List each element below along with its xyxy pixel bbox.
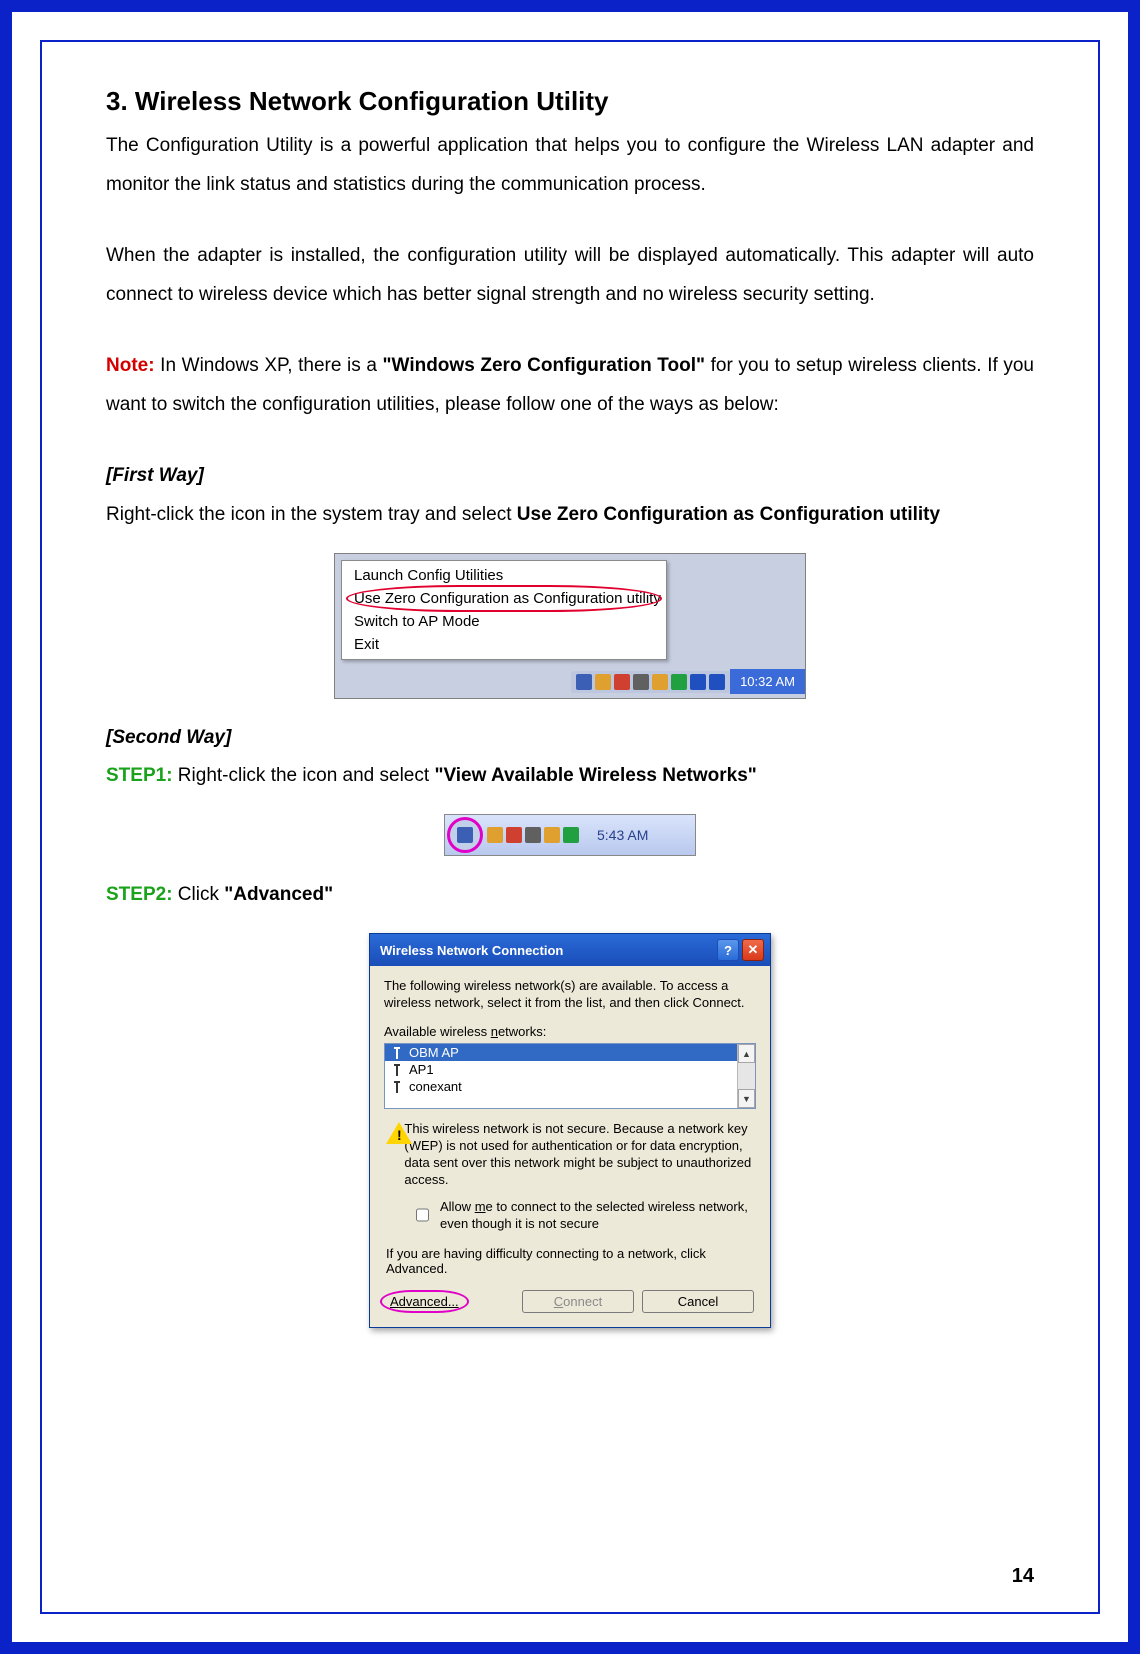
security-warning-row: ! This wireless network is not secure. B… [386,1121,754,1189]
network-name: OBM AP [409,1045,459,1060]
tray-icon[interactable] [690,674,706,690]
tray-icon[interactable] [614,674,630,690]
scrollbar[interactable]: ▲ ▼ [737,1044,755,1108]
network-listbox[interactable]: OBM AP AP1 conexant [384,1043,756,1109]
adv-post: dvanced... [399,1294,459,1309]
avail-post: etworks: [498,1024,546,1039]
tray-icon[interactable] [595,674,611,690]
tray-icon[interactable] [544,827,560,843]
tray-icons-2 [487,827,579,843]
avail-ul: n [491,1024,498,1039]
tray-icon[interactable] [563,827,579,843]
warning-icon: ! [386,1121,394,1145]
step2-pre: Click [173,884,225,905]
first-way-instruction-bold: Use Zero Configuration as Configuration … [517,504,940,525]
tray-icon[interactable] [576,674,592,690]
ctx-item-zero-config[interactable]: Use Zero Configuration as Configuration … [342,587,666,610]
allow-pre: Allow [440,1199,475,1214]
tray-icon[interactable] [652,674,668,690]
tray-icon[interactable] [633,674,649,690]
allow-connect-label: Allow me to connect to the selected wire… [440,1199,754,1233]
note-paragraph: Note: In Windows XP, there is a "Windows… [106,347,1034,425]
context-menu: Launch Config Utilities Use Zero Configu… [341,560,667,660]
step1-label: STEP1: [106,765,173,786]
tray-strip: 5:43 AM [444,814,696,856]
security-warning-text: This wireless network is not secure. Bec… [404,1121,754,1189]
first-way-instruction-pre: Right-click the icon in the system tray … [106,504,517,525]
allow-post: e to connect to the selected wireless ne… [440,1199,748,1231]
first-way-block: [First Way] Right-click the icon in the … [106,457,1034,535]
note-pre: In Windows XP, there is a [155,355,383,376]
tray-icons [571,671,730,693]
step2-bold: "Advanced" [224,884,333,905]
tray-icon[interactable] [525,827,541,843]
context-menu-and-tray: Launch Config Utilities Use Zero Configu… [334,553,806,699]
antenna-icon [391,1081,403,1093]
ctx-item-exit[interactable]: Exit [342,633,666,656]
figure-tray-strip: 5:43 AM [106,814,1034,856]
network-icon [457,827,473,843]
page-number: 14 [1012,1565,1034,1588]
step1-bold: "View Available Wireless Networks" [434,765,756,786]
step1-pre: Right-click the icon and select [173,765,435,786]
tray-clock: 10:32 AM [730,669,805,694]
ctx-item-launch[interactable]: Launch Config Utilities [342,564,666,587]
dialog-body: The following wireless network(s) are av… [370,966,770,1327]
step2-line: STEP2: Click "Advanced" [106,876,1034,915]
dialog-title: Wireless Network Connection [380,943,563,958]
avail-pre: Available wireless [384,1024,491,1039]
tray-clock-2: 5:43 AM [587,827,658,843]
wzc-tool-name: "Windows Zero Configuration Tool" [383,355,705,376]
figure-wireless-dialog: Wireless Network Connection ? ✕ The foll… [106,933,1034,1328]
available-networks-label: Available wireless networks: [384,1024,756,1039]
cancel-button[interactable]: Cancel [642,1290,754,1313]
system-tray: 10:32 AM [335,666,805,698]
network-row[interactable]: AP1 [385,1061,755,1078]
network-name: conexant [409,1079,462,1094]
antenna-icon [391,1047,403,1059]
close-button[interactable]: ✕ [742,939,764,961]
help-button[interactable]: ? [717,939,739,961]
intro-paragraph-1: The Configuration Utility is a powerful … [106,127,1034,205]
connect-post: onnect [563,1294,602,1309]
dialog-intro-text: The following wireless network(s) are av… [384,978,756,1012]
scroll-down-button[interactable]: ▼ [738,1089,755,1108]
tray-icon[interactable] [709,674,725,690]
network-row[interactable]: conexant [385,1078,755,1095]
allow-connect-row: Allow me to connect to the selected wire… [412,1199,754,1233]
tray-icon[interactable] [487,827,503,843]
second-way-label: [Second Way] [106,727,231,748]
step2-label: STEP2: [106,884,173,905]
figure-context-menu: Launch Config Utilities Use Zero Configu… [106,553,1034,699]
connect-ul: C [554,1294,563,1309]
circled-tray-icon[interactable] [447,817,483,853]
note-label: Note: [106,355,155,376]
tray-icon[interactable] [506,827,522,843]
wireless-connection-dialog: Wireless Network Connection ? ✕ The foll… [369,933,771,1328]
tray-icon[interactable] [671,674,687,690]
titlebar-buttons: ? ✕ [717,939,764,961]
advanced-button[interactable]: Advanced... [386,1294,463,1309]
allow-ul: m [475,1199,486,1214]
adv-ul: A [390,1294,399,1309]
connect-button[interactable]: Connect [522,1290,634,1313]
first-way-label: [First Way] [106,465,204,486]
section-heading: 3. Wireless Network Configuration Utilit… [106,86,1034,117]
allow-connect-checkbox[interactable] [416,1201,429,1230]
network-name: AP1 [409,1062,434,1077]
page-frame: 3. Wireless Network Configuration Utilit… [0,0,1140,1654]
dialog-titlebar: Wireless Network Connection ? ✕ [370,934,770,966]
page-inner: 3. Wireless Network Configuration Utilit… [40,40,1100,1614]
second-way-label-p: [Second Way] STEP1: Right-click the icon… [106,719,1034,797]
network-row[interactable]: OBM AP [385,1044,755,1061]
dialog-button-row: Advanced... Connect Cancel [384,1290,756,1317]
antenna-icon [391,1064,403,1076]
intro-paragraph-2: When the adapter is installed, the confi… [106,237,1034,315]
scroll-up-button[interactable]: ▲ [738,1044,755,1063]
ctx-item-ap-mode[interactable]: Switch to AP Mode [342,610,666,633]
advanced-help-text: If you are having difficulty connecting … [386,1246,754,1276]
